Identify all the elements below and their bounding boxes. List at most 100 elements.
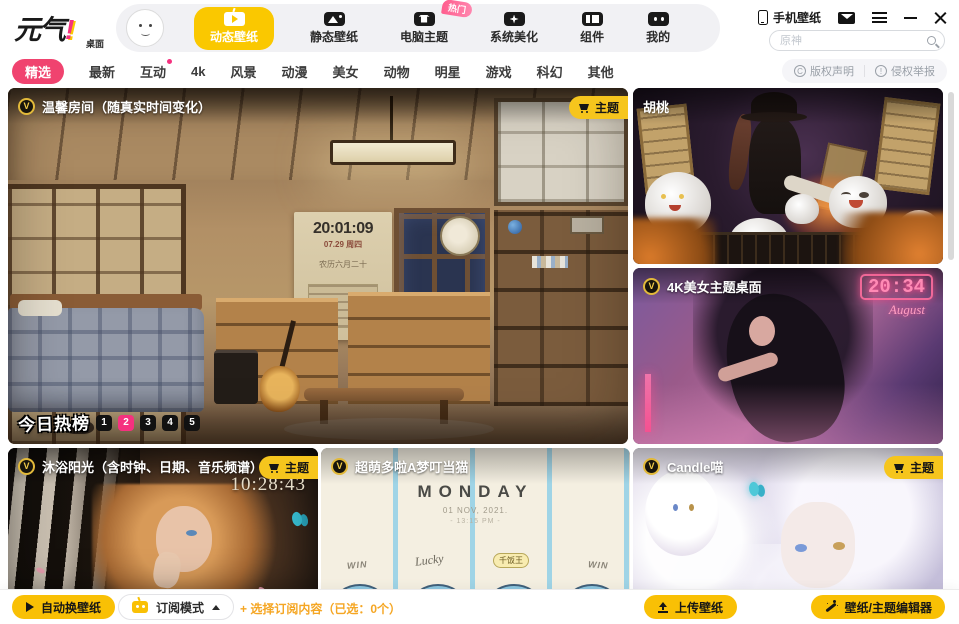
theme-badge[interactable]: 主题 [884,456,943,479]
mail-icon[interactable] [838,12,855,24]
play-icon [26,602,34,612]
widget-icon [582,12,603,26]
cat-eyes [673,504,678,511]
copyright-link[interactable]: C 版权声明 [794,63,854,79]
phone-icon [758,10,768,25]
doraemon-head [557,568,629,590]
bed-glow [633,384,943,444]
phone-wallpaper-button[interactable]: 手机壁纸 [758,9,821,26]
face [749,316,775,346]
tab-widgets[interactable]: 组件 [574,8,610,49]
divider [864,65,865,77]
theme-badge[interactable]: 主题 [259,456,318,479]
blue-eye [795,544,807,552]
select-subscribe-link[interactable]: + 选择订阅内容（已选：0个） [240,600,401,617]
tab-label: 静态壁纸 [310,28,358,45]
wallpaper-card-hutao[interactable]: 胡桃 [633,88,943,264]
category-scifi[interactable]: 科幻 [537,62,563,81]
tab-label: 系统美化 [490,28,538,45]
theme-badge-label: 主题 [595,99,619,116]
category-bar: 精选 最新 互动 4k 风景 动漫 美女 动物 明星 游戏 科幻 其他 [12,58,614,84]
ghost [785,194,819,224]
hot-rank-3[interactable]: 3 [140,415,156,431]
tshirt-icon [414,12,435,26]
theme-badge[interactable]: 主题 [569,96,628,119]
theme-badge-label: 主题 [910,459,934,476]
category-star[interactable]: 明星 [435,62,461,81]
editor-label: 壁纸/主题编辑器 [845,599,932,616]
menu-icon[interactable] [872,12,887,23]
category-featured[interactable]: 精选 [12,59,64,84]
tab-label: 电脑主题 [400,28,448,45]
info-icon: ! [875,65,887,77]
report-link[interactable]: ! 侵权举报 [875,63,935,79]
amber-eye [833,542,845,550]
hot-rank-1[interactable]: 1 [96,415,112,431]
tab-static-wallpaper[interactable]: 静态壁纸 [304,8,364,49]
picture-icon [324,12,345,26]
tab-label: 我的 [646,28,670,45]
category-other[interactable]: 其他 [588,62,614,81]
tab-mine[interactable]: 我的 [640,8,676,49]
tv-play-icon [224,12,245,26]
hot-rank-5[interactable]: 5 [184,415,200,431]
wallpaper-card-sunshine[interactable]: 10:28:43 V 沐浴阳光（含时钟、日期、音乐频谱） 主题 [8,448,318,590]
neon-sign [645,374,651,432]
doraemon-head [403,568,475,590]
theme-badge-label: 主题 [285,459,309,476]
scrollbar-thumb[interactable] [948,92,954,260]
report-label: 侵权举报 [891,63,935,79]
upload-wallpaper-button[interactable]: 上传壁纸 [644,595,737,619]
category-beauty[interactable]: 美女 [333,62,359,81]
wallpaper-card-doraemon[interactable]: MONDAY 01 NOV, 2021. - 13:15 PM - WIN Lu… [321,448,630,590]
category-4k[interactable]: 4k [191,64,205,79]
category-scenery[interactable]: 风景 [231,62,257,81]
win-flag: WIN [347,559,368,571]
wallpaper-card-4k-beauty[interactable]: 20:34 August V 4K美女主题桌面 [633,268,943,444]
card-title: 胡桃 [643,97,669,116]
tab-dynamic-wallpaper[interactable]: 动态壁纸 [194,7,274,50]
subscribe-mode-label: 订阅模式 [156,599,204,616]
hot-list-title: 今日热榜 [18,409,91,436]
tab-system-beautify[interactable]: 系统美化 [484,8,544,49]
close-icon[interactable] [934,11,947,24]
magic-wand-icon [824,600,838,614]
category-animal[interactable]: 动物 [384,62,410,81]
card-title: 超萌多啦A梦叮当猫 [355,457,468,476]
search-box [769,30,945,51]
v-badge-icon: V [331,458,348,475]
legal-links: C 版权声明 ! 侵权举报 [782,59,947,83]
wallpaper-card-candle[interactable]: 12:06 V Candle喵 主题 [633,448,943,590]
search-icon[interactable] [927,36,936,45]
hot-rank-2[interactable]: 2 [118,415,134,431]
card-header: V 超萌多啦A梦叮当猫 [321,448,630,484]
minimize-icon[interactable] [904,17,917,19]
upload-label: 上传壁纸 [675,599,723,616]
wallpaper-theme-editor-button[interactable]: 壁纸/主题编辑器 [811,595,945,619]
card-header: 胡桃 [633,88,943,124]
bottom-toolbar: 自动换壁纸 订阅模式 + 选择订阅内容（已选：0个） 上传壁纸 壁纸/主题编辑器 [0,590,959,624]
search-input[interactable] [778,34,927,48]
today-hot-list: 今日热榜 1 2 3 4 5 [18,410,200,435]
category-newest[interactable]: 最新 [89,62,115,81]
hot-badge: 热门 [441,0,473,18]
subscribe-mode-dropdown[interactable]: 订阅模式 [118,594,234,620]
auto-change-wallpaper-button[interactable]: 自动换壁纸 [12,595,115,619]
user-avatar[interactable] [126,9,164,47]
upload-icon [658,602,668,613]
logo-exclamation: ! [65,14,74,45]
face-icon [648,12,669,26]
neon-month: August [889,302,925,318]
hot-rank-4[interactable]: 4 [162,415,178,431]
category-anime[interactable]: 动漫 [282,62,308,81]
v-badge-icon: V [643,458,660,475]
weekday-text: MONDAY [321,482,630,502]
v-badge-icon: V [643,278,660,295]
tab-pc-theme[interactable]: 电脑主题 热门 [394,8,454,49]
chevron-up-icon [212,605,220,610]
category-interactive[interactable]: 互动 [140,62,166,81]
category-game[interactable]: 游戏 [486,62,512,81]
time-text: - 13:15 PM - [321,518,630,525]
rice-king-tag: 千饭王 [493,553,529,568]
wallpaper-card-featured[interactable]: 20:01:09 07.29 周四 农历六月二十 [8,88,628,444]
